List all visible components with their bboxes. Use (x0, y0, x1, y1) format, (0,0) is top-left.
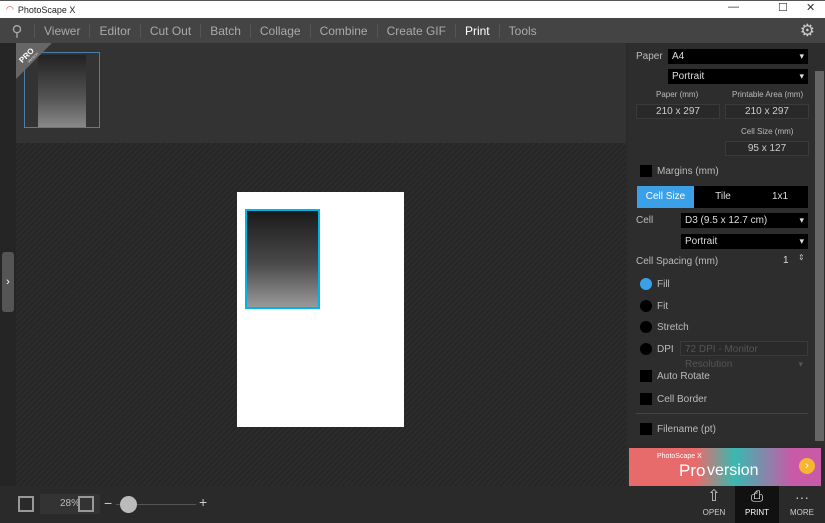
divider (636, 413, 808, 414)
cell-size-label: Cell Size (mm) (741, 127, 794, 136)
window-title: PhotoScape X (17, 4, 76, 15)
auto-rotate-checkbox[interactable] (640, 370, 652, 382)
paper-size-value: 210 x 297 (636, 104, 720, 119)
left-sidebar: › (0, 43, 16, 486)
margins-checkbox[interactable] (640, 165, 652, 177)
margins-label: Margins (mm) (657, 166, 719, 177)
fill-radio[interactable] (640, 278, 652, 290)
close-button[interactable]: ✕ (806, 1, 815, 14)
app-logo-icon: ◠ (6, 4, 14, 14)
menu-editor[interactable]: Editor (89, 23, 139, 38)
minimize-button[interactable]: — (728, 1, 739, 13)
search-icon[interactable]: ⚲ (0, 22, 34, 40)
zoom-out-icon[interactable]: − (104, 495, 112, 511)
fit-to-screen-icon[interactable] (78, 496, 94, 512)
printable-area-value: 210 x 297 (725, 104, 809, 119)
settings-gear-icon[interactable]: ⚙ (800, 21, 815, 41)
bottom-toolbar: 28% − + ⇧ OPEN ⎙ PRINT ··· MORE (0, 486, 825, 523)
menu-combine[interactable]: Combine (309, 23, 377, 38)
cell-orientation-select[interactable]: Portrait (681, 234, 808, 249)
zoom-slider-handle[interactable] (120, 496, 137, 513)
promo-version-text: version (707, 462, 759, 479)
mode-cell-size[interactable]: Cell Size (637, 186, 694, 208)
paper-orientation-select[interactable]: Portrait (668, 69, 808, 84)
cell-border-checkbox[interactable] (640, 393, 652, 405)
cell-label: Cell (636, 215, 654, 226)
filename-checkbox[interactable] (640, 423, 652, 435)
upload-icon: ⇧ (707, 488, 721, 505)
page-view-toggle-icon[interactable] (18, 496, 34, 512)
menu-print[interactable]: Print (454, 23, 499, 38)
open-label: OPEN (702, 508, 726, 517)
zoom-in-icon[interactable]: + (199, 494, 207, 510)
stretch-label: Stretch (657, 322, 689, 333)
fill-label: Fill (657, 279, 670, 290)
promo-small-text: PhotoScape X (657, 453, 702, 460)
promo-arrow-icon: › (799, 458, 815, 474)
stretch-radio[interactable] (640, 321, 652, 333)
menu-create-gif[interactable]: Create GIF (376, 23, 455, 38)
pro-version-banner[interactable]: PhotoScape X Pro version › (629, 448, 821, 486)
mode-tile[interactable]: Tile (694, 186, 752, 208)
dpi-label: DPI (657, 344, 674, 355)
menu-cut-out[interactable]: Cut Out (139, 23, 200, 38)
menu-tools[interactable]: Tools (498, 23, 546, 38)
maximize-button[interactable]: ☐ (778, 1, 788, 14)
thumbnail-strip: PRO Version (16, 43, 626, 143)
dpi-select[interactable]: 72 DPI - Monitor Resolution (680, 341, 808, 372)
paper-mm-label: Paper (mm) (656, 90, 699, 99)
panel-scrollbar[interactable] (814, 43, 825, 445)
more-label: MORE (790, 508, 814, 517)
auto-rotate-label: Auto Rotate (657, 371, 710, 382)
print-label: PRINT (745, 508, 769, 517)
more-button[interactable]: ··· MORE (781, 486, 823, 523)
open-button[interactable]: ⇧ OPEN (693, 486, 735, 523)
printable-area-label: Printable Area (mm) (732, 90, 804, 99)
cell-size-value: 95 x 127 (725, 141, 809, 156)
print-settings-panel: Paper A4 Portrait Paper (mm) Printable A… (628, 43, 814, 445)
cell-spacing-value[interactable]: 1 (783, 255, 789, 266)
cell-border-label: Cell Border (657, 394, 708, 405)
print-button[interactable]: ⎙ PRINT (735, 486, 779, 523)
spinner-arrows-icon[interactable]: ⇕ (798, 253, 805, 262)
promo-pro-text: Pro (679, 461, 706, 480)
cell-select[interactable]: D3 (9.5 x 12.7 cm) (681, 213, 808, 228)
menu-viewer[interactable]: Viewer (34, 23, 89, 38)
filename-label: Filename (pt) (657, 424, 716, 435)
mode-1x1[interactable]: 1x1 (752, 186, 808, 208)
printer-icon: ⎙ (750, 488, 763, 505)
fit-radio[interactable] (640, 300, 652, 312)
print-cell-photo[interactable] (245, 209, 320, 309)
cell-spacing-label: Cell Spacing (mm) (636, 256, 719, 267)
main-menu: ⚲ Viewer Editor Cut Out Batch Collage Co… (0, 18, 825, 43)
expand-sidebar-button[interactable]: › (2, 252, 14, 312)
menu-batch[interactable]: Batch (200, 23, 250, 38)
paper-label: Paper (636, 51, 663, 62)
paper-select[interactable]: A4 (668, 49, 808, 64)
menu-collage[interactable]: Collage (249, 23, 310, 38)
print-preview-canvas (16, 143, 626, 486)
fit-label: Fit (657, 301, 669, 312)
dpi-radio[interactable] (640, 343, 652, 355)
paper-page (237, 192, 404, 427)
more-dots-icon: ··· (795, 489, 809, 505)
title-bar: ◠ PhotoScape X — ☐ ✕ (0, 0, 825, 18)
